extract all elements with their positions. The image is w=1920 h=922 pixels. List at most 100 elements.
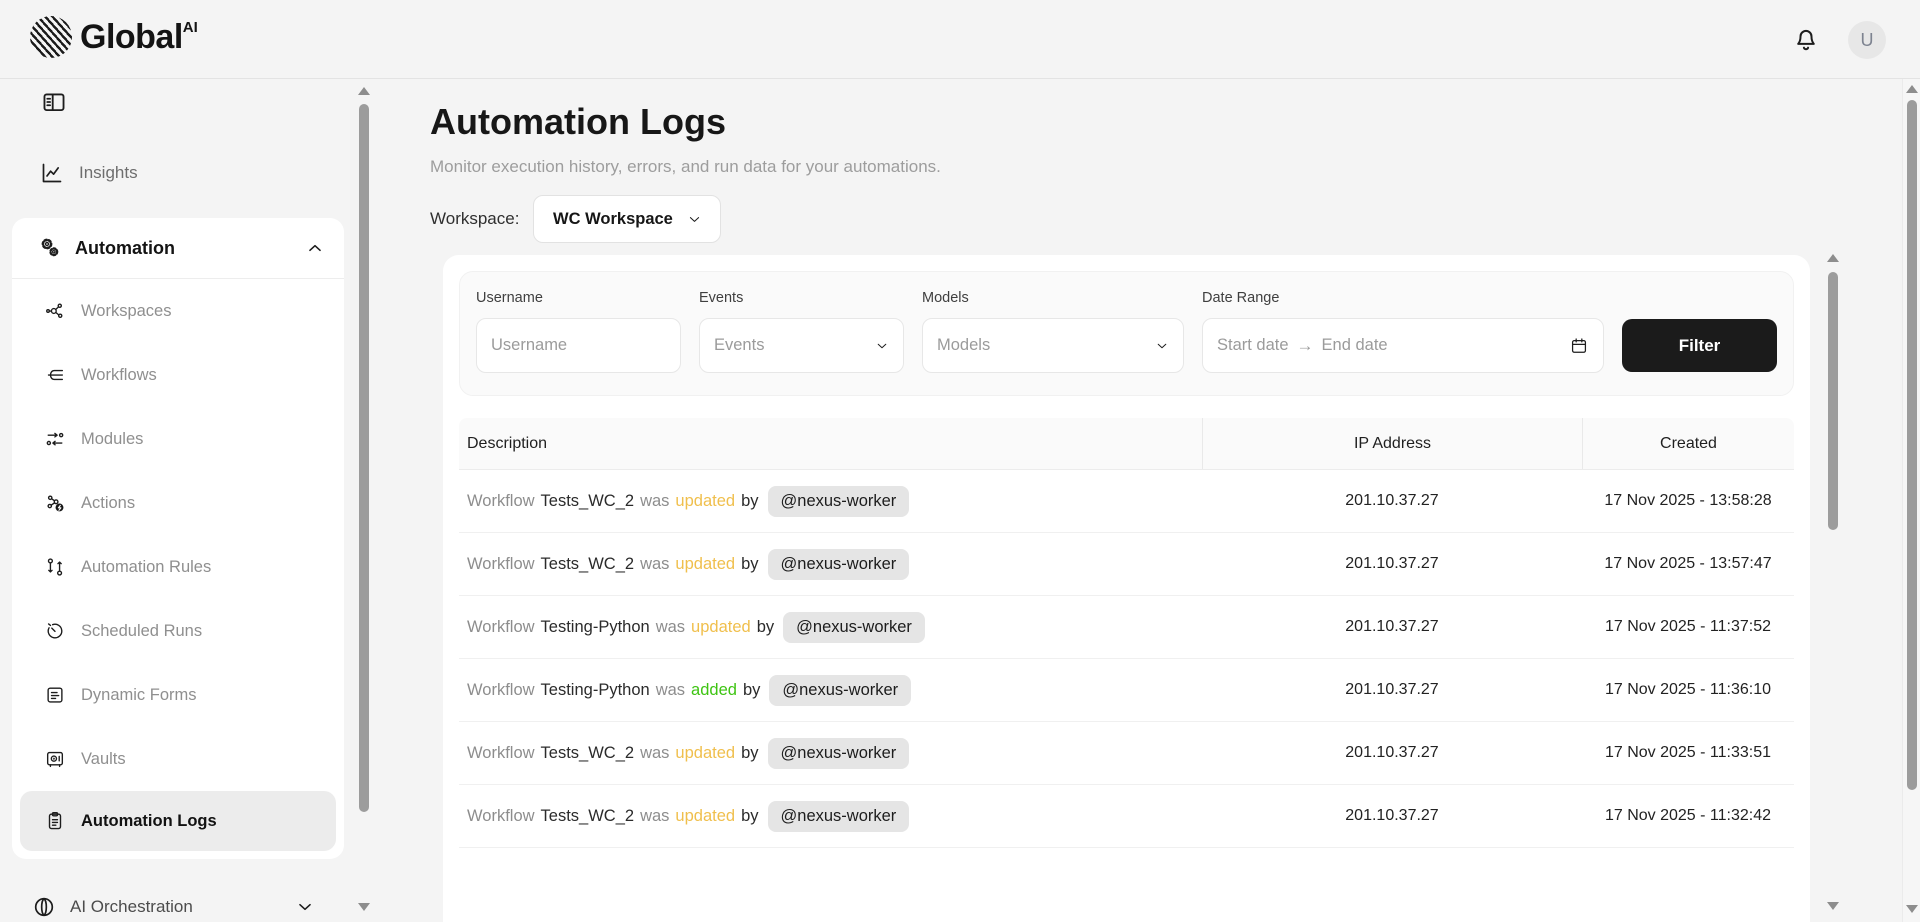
vault-icon <box>44 748 66 770</box>
scroll-up-arrow[interactable] <box>358 87 370 95</box>
sidebar-item-scheduled-runs[interactable]: Scheduled Runs <box>12 599 344 663</box>
actions-bolt-icon <box>44 492 66 514</box>
workflow-name: Tests_WC_2 <box>541 807 635 826</box>
form-icon <box>44 684 66 706</box>
scroll-up-arrow[interactable] <box>1827 254 1839 262</box>
brand-superscript: AI <box>183 19 198 36</box>
scroll-down-arrow[interactable] <box>1827 902 1839 910</box>
table-header: Description IP Address Created <box>459 418 1794 470</box>
chevron-down-icon[interactable] <box>294 896 316 918</box>
window-scrollbar[interactable] <box>1902 79 1920 922</box>
sidebar-item-label: Automation Logs <box>81 812 217 831</box>
sidebar-item-actions[interactable]: Actions <box>12 471 344 535</box>
app-window: GlobalAI U Insights <box>0 0 1920 922</box>
chevron-up-icon[interactable] <box>304 237 326 259</box>
description-verb: was <box>640 555 669 574</box>
actor-badge[interactable]: @nexus-worker <box>783 612 925 643</box>
calendar-icon[interactable] <box>1569 336 1589 356</box>
description-prefix: Workflow <box>467 807 535 826</box>
table-row: Workflow Tests_WC_2 was updated by @nexu… <box>459 722 1794 785</box>
sidebar-item-label: Workflows <box>81 366 157 385</box>
created-cell: 17 Nov 2025 - 11:36:10 <box>1582 681 1794 699</box>
description-prefix: Workflow <box>467 555 535 574</box>
ip-address-cell: 201.10.37.27 <box>1202 492 1582 510</box>
sidebar-item-automation-rules[interactable]: Automation Rules <box>12 535 344 599</box>
sidebar-group-automation: Automation Workspaces Workflows <box>12 218 344 859</box>
sidebar-item-insights[interactable]: Insights <box>0 145 356 201</box>
sidebar-item-automation[interactable]: Automation <box>12 218 344 279</box>
actor-badge[interactable]: @nexus-worker <box>768 486 910 517</box>
actor-badge[interactable]: @nexus-worker <box>769 675 911 706</box>
page-title: Automation Logs <box>430 101 726 143</box>
models-select-value: Models <box>937 336 990 355</box>
workspace-label: Workspace: <box>430 209 519 229</box>
sidebar-item-modules[interactable]: Modules <box>12 407 344 471</box>
workspace-select[interactable]: WC Workspace <box>533 195 721 243</box>
events-select-value: Events <box>714 336 764 355</box>
merge-icon <box>44 364 66 386</box>
scroll-up-arrow[interactable] <box>1906 85 1918 93</box>
description-verb: was <box>656 681 685 700</box>
ip-address-cell: 201.10.37.27 <box>1202 618 1582 636</box>
user-avatar[interactable]: U <box>1848 21 1886 59</box>
created-cell: 17 Nov 2025 - 11:33:51 <box>1582 744 1794 762</box>
date-range-picker[interactable]: Start date → End date <box>1202 318 1604 373</box>
content-scrollbar[interactable] <box>1824 250 1842 922</box>
sidebar-item-label: Modules <box>81 430 143 449</box>
gears-icon <box>38 236 62 260</box>
actor-badge[interactable]: @nexus-worker <box>768 738 910 769</box>
sidebar-item-label: Workspaces <box>81 302 171 321</box>
workflow-name: Tests_WC_2 <box>541 492 635 511</box>
content-scrollbar-thumb[interactable] <box>1828 272 1838 530</box>
log-description: Workflow Testing-Python was updated by @… <box>459 612 1202 643</box>
brand-logo[interactable]: GlobalAI <box>30 16 198 58</box>
logs-card: Username Events Events Models Models <box>443 255 1810 922</box>
description-prefix: Workflow <box>467 492 535 511</box>
actor-badge[interactable]: @nexus-worker <box>768 549 910 580</box>
brand-name: GlobalAI <box>80 18 198 57</box>
sidebar-scrollbar-thumb[interactable] <box>359 104 369 812</box>
window-scrollbar-thumb[interactable] <box>1907 100 1917 790</box>
sidebar-item-workflows[interactable]: Workflows <box>12 343 344 407</box>
start-date-placeholder[interactable]: Start date <box>1217 336 1289 355</box>
description-by: by <box>741 807 758 826</box>
description-prefix: Workflow <box>467 744 535 763</box>
created-cell: 17 Nov 2025 - 11:32:42 <box>1582 807 1794 825</box>
sidebar: Insights Automation <box>0 79 356 922</box>
username-filter: Username <box>476 290 681 373</box>
table-row: Workflow Tests_WC_2 was updated by @nexu… <box>459 470 1794 533</box>
models-select[interactable]: Models <box>922 318 1184 373</box>
sidebar-item-vaults[interactable]: Vaults <box>12 727 344 791</box>
main-content: Automation Logs Monitor execution histor… <box>373 79 1823 922</box>
sidebar-item-workspaces[interactable]: Workspaces <box>12 279 344 343</box>
sidebar-item-automation-logs[interactable]: Automation Logs <box>20 791 336 851</box>
created-cell: 17 Nov 2025 - 13:58:28 <box>1582 492 1794 510</box>
action-word: updated <box>691 618 751 637</box>
sidebar-item-ai-orchestration[interactable]: AI Orchestration <box>0 879 340 922</box>
description-by: by <box>741 744 758 763</box>
scroll-down-arrow[interactable] <box>1906 905 1918 913</box>
sidebar-toggle-icon[interactable] <box>41 89 67 115</box>
events-select[interactable]: Events <box>699 318 904 373</box>
description-verb: was <box>640 744 669 763</box>
scroll-down-arrow[interactable] <box>358 903 370 911</box>
filter-button[interactable]: Filter <box>1622 319 1777 372</box>
actor-badge[interactable]: @nexus-worker <box>768 801 910 832</box>
sidebar-item-dynamic-forms[interactable]: Dynamic Forms <box>12 663 344 727</box>
sidebar-scrollbar[interactable] <box>355 79 372 922</box>
ip-address-cell: 201.10.37.27 <box>1202 681 1582 699</box>
description-by: by <box>741 492 758 511</box>
column-header-ip: IP Address <box>1202 418 1582 469</box>
table-row: Workflow Tests_WC_2 was updated by @nexu… <box>459 785 1794 848</box>
description-prefix: Workflow <box>467 681 535 700</box>
workflow-name: Tests_WC_2 <box>541 555 635 574</box>
compare-icon <box>44 556 66 578</box>
models-filter: Models Models <box>922 290 1184 373</box>
ip-address-cell: 201.10.37.27 <box>1202 555 1582 573</box>
username-input[interactable] <box>491 336 666 355</box>
table-row: Workflow Tests_WC_2 was updated by @nexu… <box>459 533 1794 596</box>
end-date-placeholder[interactable]: End date <box>1322 336 1569 355</box>
route-icon <box>44 428 66 450</box>
date-range-label: Date Range <box>1202 290 1604 306</box>
bell-icon[interactable] <box>1792 26 1820 54</box>
